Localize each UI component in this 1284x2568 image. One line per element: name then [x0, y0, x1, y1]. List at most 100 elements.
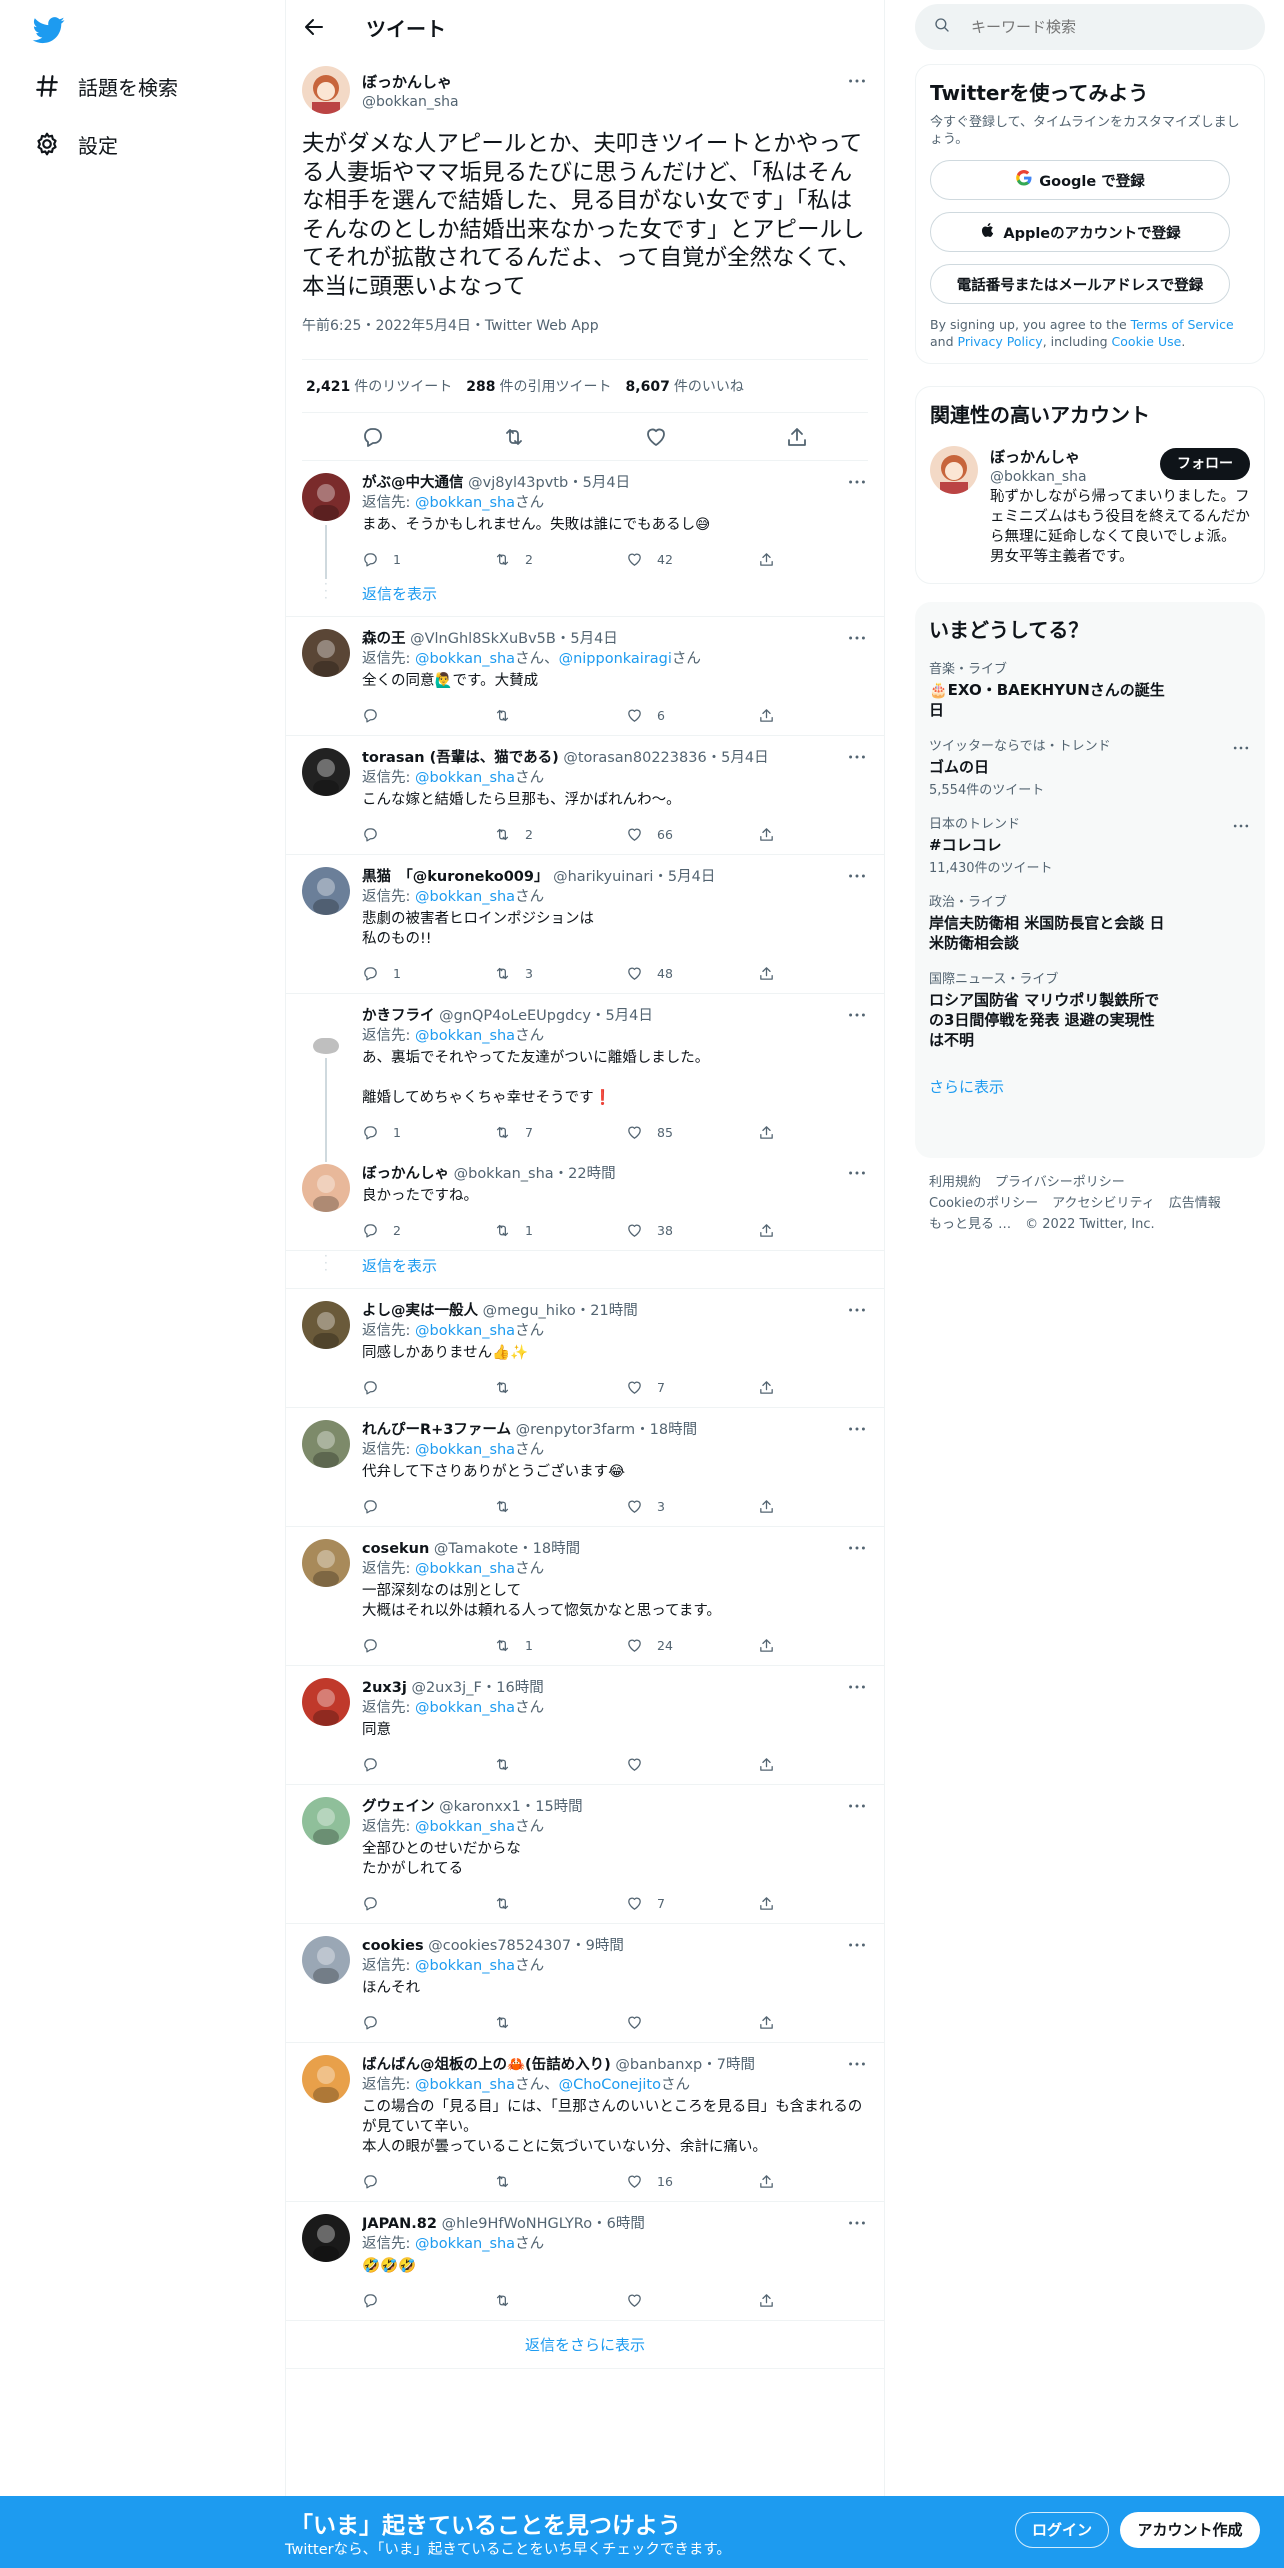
retweet-button[interactable]: [494, 2173, 626, 2190]
more-icon[interactable]: [846, 2212, 868, 2234]
reply-author-handle[interactable]: @VlnGhl8SkXuBv5B: [410, 631, 556, 647]
reply-time[interactable]: ・6時間: [592, 2216, 645, 2232]
reply-author-handle[interactable]: @hle9HfWoNHGLYRo: [442, 2216, 593, 2232]
share-button[interactable]: [758, 965, 798, 982]
trend-item[interactable]: 日本のトレンド #コレコレ 11,430件のツイート: [929, 816, 1251, 876]
share-icon[interactable]: [785, 425, 809, 449]
mention-link[interactable]: @bokkan_sha: [415, 495, 515, 511]
show-thread-link[interactable]: · · · 返信を表示: [286, 578, 884, 617]
reply-author-handle[interactable]: @torasan80223836: [563, 750, 706, 766]
like-button[interactable]: 42: [626, 551, 758, 568]
reply-time[interactable]: ・16時間: [482, 1680, 544, 1696]
reply-time[interactable]: ・9時間: [571, 1938, 624, 1954]
reply-time[interactable]: ・5月4日: [707, 750, 769, 766]
avatar[interactable]: [302, 867, 350, 915]
share-button[interactable]: [758, 1756, 798, 1773]
more-icon[interactable]: [846, 1418, 868, 1440]
reply-time[interactable]: ・7時間: [702, 2057, 755, 2073]
like-button[interactable]: [626, 2014, 758, 2031]
share-button[interactable]: [758, 1637, 798, 1654]
reply-tweet[interactable]: よし@実は一般人 @megu_hiko・21時間 返信先: @bokkan_sha…: [286, 1289, 884, 1408]
footer-link[interactable]: アクセシビリティ: [1052, 1196, 1155, 1211]
reply-author-name[interactable]: ぼっかんしゃ: [362, 1166, 449, 1182]
reply-author-name[interactable]: 2ux3j: [362, 1680, 407, 1696]
trend-item[interactable]: 政治・ライブ 岸信夫防衛相 米国防長官と会談 日米防衛相会談: [929, 894, 1251, 953]
signup-button[interactable]: アカウント作成: [1120, 2512, 1260, 2548]
like-icon[interactable]: [644, 425, 668, 449]
reply-tweet[interactable]: がぶ@中大通信 @vj8yl43pvtb・5月4日 返信先: @bokkan_sh…: [286, 461, 884, 579]
reply-time[interactable]: ・18時間: [635, 1422, 697, 1438]
mention-link[interactable]: @nipponkairagi: [559, 651, 672, 667]
reply-tweet[interactable]: JAPAN.82 @hle9HfWoNHGLYRo・6時間 返信先: @bokka…: [286, 2202, 884, 2321]
more-icon[interactable]: [1231, 738, 1251, 758]
reply-button[interactable]: [362, 1498, 494, 1515]
avatar[interactable]: [302, 2055, 350, 2103]
more-icon[interactable]: [846, 70, 868, 92]
reply-button[interactable]: 1: [362, 551, 494, 568]
like-button[interactable]: 7: [626, 1895, 758, 1912]
avatar[interactable]: [302, 1678, 350, 1726]
like-button[interactable]: 6: [626, 707, 758, 724]
reply-icon[interactable]: [361, 425, 385, 449]
like-button[interactable]: 3: [626, 1498, 758, 1515]
phone-signup-button[interactable]: 電話番号またはメールアドレスで登録: [930, 264, 1230, 304]
retweet-button[interactable]: 2: [494, 826, 626, 843]
reply-tweet[interactable]: ばんばん@俎板の上の🦀(缶詰め入り) @banbanxp・7時間 返信先: @bo…: [286, 2043, 884, 2202]
reply-author-handle[interactable]: @megu_hiko: [483, 1303, 576, 1319]
avatar[interactable]: [302, 1006, 350, 1054]
retweet-button[interactable]: [494, 1379, 626, 1396]
share-button[interactable]: [758, 1895, 798, 1912]
more-icon[interactable]: [846, 2053, 868, 2075]
reply-author-handle[interactable]: @2ux3j_F: [411, 1680, 481, 1696]
reply-time[interactable]: ・5月4日: [591, 1008, 653, 1024]
search-input[interactable]: [971, 18, 1251, 36]
avatar[interactable]: [302, 1797, 350, 1845]
tweet-timestamp[interactable]: 午前6:25・2022年5月4日・Twitter Web App: [302, 315, 868, 359]
reply-tweet[interactable]: cosekun @Tamakote・18時間 返信先: @bokkan_shaさん…: [286, 1527, 884, 1666]
avatar[interactable]: [302, 1420, 350, 1468]
reply-button[interactable]: [362, 2292, 494, 2309]
reply-author-handle[interactable]: @banbanxp: [615, 2057, 702, 2073]
mention-link[interactable]: @bokkan_sha: [415, 1442, 515, 1458]
reply-author-name[interactable]: れんぴーR+3ファーム: [362, 1422, 511, 1438]
reply-author-handle[interactable]: @gnQP4oLeEUpgdcy: [439, 1008, 591, 1024]
reply-tweet[interactable]: 森の王 @VlnGhl8SkXuBv5B・5月4日 返信先: @bokkan_sh…: [286, 617, 884, 736]
footer-link[interactable]: Cookieのポリシー: [929, 1196, 1038, 1211]
reply-time[interactable]: ・21時間: [576, 1303, 638, 1319]
avatar[interactable]: [302, 1936, 350, 1984]
reply-author-handle[interactable]: @karonxx1: [439, 1799, 521, 1815]
avatar[interactable]: [302, 1539, 350, 1587]
reply-author-handle[interactable]: @cookies78524307: [428, 1938, 571, 1954]
mention-link[interactable]: @bokkan_sha: [415, 889, 515, 905]
footer-link[interactable]: 広告情報: [1169, 1196, 1221, 1211]
like-count[interactable]: 8,607 件のいいね: [626, 376, 744, 396]
reply-author-name[interactable]: がぶ@中大通信: [362, 475, 464, 491]
reply-time[interactable]: ・5月4日: [568, 475, 630, 491]
avatar[interactable]: [302, 473, 350, 521]
like-button[interactable]: [626, 1756, 758, 1773]
mention-link[interactable]: @bokkan_sha: [415, 1819, 515, 1835]
like-button[interactable]: 7: [626, 1379, 758, 1396]
mention-link[interactable]: @ChoConejito: [559, 2077, 661, 2093]
retweet-count[interactable]: 2,421 件のリツイート: [306, 376, 452, 396]
reply-author-handle[interactable]: @vj8yl43pvtb: [468, 475, 568, 491]
retweet-button[interactable]: 1: [494, 1222, 626, 1239]
reply-tweet[interactable]: 黒猫 「@kuroneko009」 @harikyuinari・5月4日 返信先:…: [286, 855, 884, 994]
back-arrow-icon[interactable]: [302, 15, 326, 39]
like-button[interactable]: 16: [626, 2173, 758, 2190]
trend-item[interactable]: 音楽・ライブ 🎂EXO・BAEKHYUNさんの誕生日: [929, 661, 1251, 720]
retweet-button[interactable]: 1: [494, 1637, 626, 1654]
reply-author-handle[interactable]: @bokkan_sha: [454, 1166, 554, 1182]
more-icon[interactable]: [846, 1162, 868, 1184]
search-box[interactable]: [915, 4, 1265, 50]
reply-author-name[interactable]: cookies: [362, 1938, 424, 1954]
share-button[interactable]: [758, 2173, 798, 2190]
retweet-icon[interactable]: [502, 425, 526, 449]
reply-button[interactable]: 1: [362, 1124, 494, 1141]
avatar[interactable]: [302, 66, 350, 114]
show-more-replies-link[interactable]: 返信をさらに表示: [286, 2321, 884, 2369]
retweet-button[interactable]: [494, 2292, 626, 2309]
footer-link[interactable]: プライバシーポリシー: [995, 1175, 1125, 1190]
reply-button[interactable]: [362, 2014, 494, 2031]
more-icon[interactable]: [846, 865, 868, 887]
